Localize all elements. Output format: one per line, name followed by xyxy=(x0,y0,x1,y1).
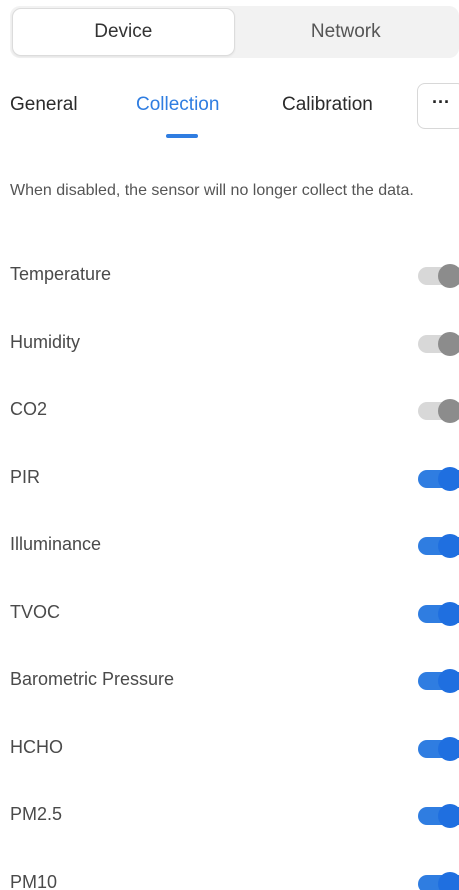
toggle-row-humidity: Humidity xyxy=(0,312,459,380)
pm2-5-toggle[interactable] xyxy=(418,804,459,828)
toggle-knob xyxy=(438,466,459,491)
tvoc-toggle[interactable] xyxy=(418,601,459,626)
row-label: PIR xyxy=(10,466,41,487)
barometric-pressure-toggle[interactable] xyxy=(418,669,459,693)
segment-network[interactable]: Network xyxy=(235,8,457,56)
tab-general[interactable]: General xyxy=(10,94,78,116)
illuminance-toggle[interactable] xyxy=(418,534,459,558)
tab-collection[interactable]: Collection xyxy=(136,94,219,116)
pir-toggle[interactable] xyxy=(418,466,459,491)
more-dots-icon: ··· xyxy=(432,91,450,112)
row-label: Barometric Pressure xyxy=(10,669,175,689)
toggle-knob xyxy=(438,331,459,356)
toggle-row-co2: CO2 xyxy=(0,379,459,447)
toggle-row-tvoc: TVOC xyxy=(0,582,459,650)
row-label: Humidity xyxy=(10,331,81,352)
toggle-knob xyxy=(438,399,459,423)
toggle-row-illuminance: Illuminance xyxy=(0,514,459,582)
active-tab-indicator xyxy=(166,134,198,138)
row-label: PM2.5 xyxy=(10,804,63,824)
tab-calibration[interactable]: Calibration xyxy=(282,94,373,116)
toggle-knob xyxy=(438,264,459,288)
temperature-toggle[interactable] xyxy=(418,264,459,288)
toggle-row-pir: PIR xyxy=(0,447,459,515)
humidity-toggle[interactable] xyxy=(418,331,459,356)
toggle-row-temperature: Temperature xyxy=(0,244,459,312)
toggle-knob xyxy=(438,601,459,626)
row-label: HCHO xyxy=(10,736,63,757)
toggle-knob xyxy=(438,871,459,890)
row-label: PM10 xyxy=(10,871,58,890)
collection-toggle-list: Temperature Humidity CO2 PIR Illuminance… xyxy=(0,244,459,890)
more-tabs-button[interactable]: ··· xyxy=(417,83,459,129)
toggle-row-pm10: PM10 xyxy=(0,852,459,890)
collection-description: When disabled, the sensor will no longer… xyxy=(10,182,414,199)
toggle-row-hcho: HCHO xyxy=(0,717,459,785)
toggle-knob xyxy=(438,534,459,558)
hcho-toggle[interactable] xyxy=(418,736,459,761)
toggle-knob xyxy=(438,669,459,693)
pm10-toggle[interactable] xyxy=(418,871,459,890)
row-label: Temperature xyxy=(10,264,112,284)
settings-tabs: General Collection Calibration ··· xyxy=(0,80,459,140)
sensor-settings-page: Device Network General Collection Calibr… xyxy=(0,0,459,890)
row-label: Illuminance xyxy=(10,534,102,554)
toggle-row-barometric-pressure: Barometric Pressure xyxy=(0,649,459,717)
co2-toggle[interactable] xyxy=(418,399,459,423)
row-label: CO2 xyxy=(10,399,48,419)
device-network-segmented-control: Device Network xyxy=(10,6,459,58)
toggle-knob xyxy=(438,736,459,761)
segment-device[interactable]: Device xyxy=(12,8,235,56)
row-label: TVOC xyxy=(10,601,61,622)
toggle-knob xyxy=(438,804,459,828)
toggle-row-pm2-5: PM2.5 xyxy=(0,784,459,852)
